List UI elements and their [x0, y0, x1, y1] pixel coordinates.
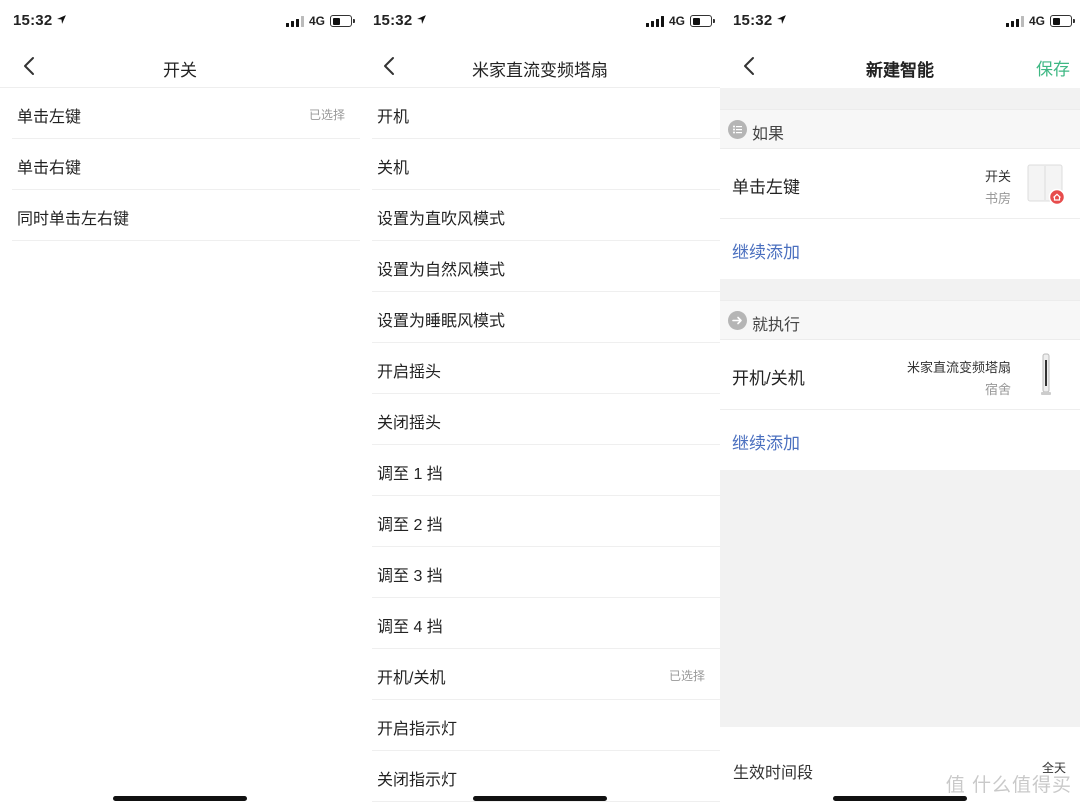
item-label: 关闭摇头 — [377, 415, 442, 432]
list-item[interactable]: 调至 1 挡 — [372, 445, 720, 496]
page-title: 米家直流变频塔扇 — [472, 61, 608, 80]
item-label: 关闭指示灯 — [377, 772, 458, 789]
list-item[interactable]: 设置为自然风模式 — [372, 241, 720, 292]
item-label: 设置为直吹风模式 — [377, 211, 506, 228]
action-list: 开机 关机 设置为直吹风模式 设置为自然风模式 设置为睡眠风模式 开启摇头 关闭… — [372, 88, 720, 802]
list-item[interactable]: 设置为睡眠风模式 — [372, 292, 720, 343]
network-type: 4G — [308, 14, 325, 28]
action-room: 宿舍 — [984, 382, 1011, 397]
item-label: 单击左键 — [17, 109, 82, 126]
item-label: 开启指示灯 — [377, 721, 458, 738]
condition-card[interactable]: 单击左键 开关 书房 — [720, 149, 1080, 219]
watermark-text: 值 什么值得买 — [945, 775, 1072, 796]
switch-trigger-screen: 15:32 4G 开关 单击左键 已选择 单击右键 同时单击左右键 — [0, 0, 360, 809]
signal-icon — [646, 16, 664, 27]
home-indicator[interactable] — [473, 796, 607, 801]
item-label: 设置为睡眠风模式 — [377, 313, 506, 330]
list-item[interactable]: 关闭摇头 — [372, 394, 720, 445]
item-label: 关机 — [377, 160, 410, 177]
switch-device-icon — [1027, 164, 1066, 205]
then-section-title: 就执行 — [752, 317, 801, 334]
list-icon — [728, 120, 747, 139]
selected-tag: 已选择 — [668, 669, 705, 683]
list-item[interactable]: 单击右键 — [12, 139, 360, 190]
condition-room: 书房 — [984, 191, 1011, 206]
list-item[interactable]: 调至 2 挡 — [372, 496, 720, 547]
item-label: 调至 1 挡 — [377, 466, 443, 483]
status-bar: 15:32 4G — [360, 0, 720, 44]
status-time: 15:32 — [373, 12, 413, 29]
list-item[interactable]: 调至 4 挡 — [372, 598, 720, 649]
save-button[interactable]: 保存 — [1036, 55, 1070, 80]
list-item[interactable]: 设置为直吹风模式 — [372, 190, 720, 241]
trigger-list: 单击左键 已选择 单击右键 同时单击左右键 — [12, 88, 360, 241]
item-label: 调至 2 挡 — [377, 517, 443, 534]
nav-bar: 米家直流变频塔扇 — [360, 44, 720, 88]
add-condition-button[interactable]: 继续添加 — [720, 219, 1080, 279]
selected-tag: 已选择 — [308, 108, 345, 122]
if-section-title: 如果 — [752, 126, 785, 143]
page-title: 新建智能 — [866, 61, 934, 80]
new-automation-screen: 15:32 4G 新建智能 保存 如果 单击左键 开关 书房 继续添加 就执行 … — [720, 0, 1080, 809]
if-section-header: 如果 — [720, 109, 1080, 149]
home-indicator[interactable] — [833, 796, 967, 801]
list-item[interactable]: 调至 3 挡 — [372, 547, 720, 598]
condition-device: 开关 — [984, 169, 1011, 184]
add-action-label: 继续添加 — [732, 434, 800, 453]
nav-bar: 开关 — [0, 44, 360, 88]
item-label: 设置为自然风模式 — [377, 262, 506, 279]
list-item[interactable]: 开机 — [372, 88, 720, 139]
location-arrow-icon — [57, 15, 66, 24]
battery-icon — [330, 15, 355, 27]
list-item[interactable]: 开机/关机 已选择 — [372, 649, 720, 700]
item-label: 调至 4 挡 — [377, 619, 443, 636]
signal-icon — [286, 16, 304, 27]
home-indicator[interactable] — [113, 796, 247, 801]
page-title: 开关 — [163, 61, 197, 80]
network-type: 4G — [1028, 14, 1045, 28]
item-label: 同时单击左右键 — [17, 211, 130, 228]
action-label: 开机/关机 — [732, 369, 805, 388]
list-item[interactable]: 关机 — [372, 139, 720, 190]
then-section-header: 就执行 — [720, 300, 1080, 340]
arrow-right-icon — [728, 311, 747, 330]
watermark: 值 什么值得买 — [946, 770, 1072, 797]
list-item[interactable]: 关闭指示灯 — [372, 751, 720, 802]
location-arrow-icon — [417, 15, 426, 24]
time-period-label: 生效时间段 — [733, 765, 814, 782]
item-label: 调至 3 挡 — [377, 568, 443, 585]
add-action-button[interactable]: 继续添加 — [720, 410, 1080, 470]
signal-icon — [1006, 16, 1024, 27]
condition-label: 单击左键 — [732, 178, 800, 197]
list-item[interactable]: 单击左键 已选择 — [12, 88, 360, 139]
status-bar: 15:32 4G — [0, 0, 360, 44]
status-time: 15:32 — [13, 12, 53, 29]
list-item[interactable]: 开启摇头 — [372, 343, 720, 394]
tower-fan-icon — [1041, 353, 1051, 395]
fan-action-screen: 15:32 4G 米家直流变频塔扇 开机 关机 设置为直吹风模式 设置为自然风模… — [360, 0, 720, 809]
status-time: 15:32 — [733, 12, 773, 29]
add-condition-label: 继续添加 — [732, 243, 800, 262]
location-arrow-icon — [777, 15, 786, 24]
list-item[interactable]: 开启指示灯 — [372, 700, 720, 751]
status-bar: 15:32 4G — [720, 0, 1080, 44]
item-label: 开机/关机 — [377, 670, 446, 687]
action-card[interactable]: 开机/关机 米家直流变频塔扇 宿舍 — [720, 340, 1080, 410]
item-label: 开启摇头 — [377, 364, 442, 381]
item-label: 单击右键 — [17, 160, 82, 177]
nav-bar: 新建智能 保存 — [720, 44, 1080, 88]
list-item[interactable]: 同时单击左右键 — [12, 190, 360, 241]
action-device: 米家直流变频塔扇 — [906, 360, 1011, 375]
battery-icon — [690, 15, 715, 27]
item-label: 开机 — [377, 109, 410, 126]
network-type: 4G — [668, 14, 685, 28]
battery-icon — [1050, 15, 1075, 27]
